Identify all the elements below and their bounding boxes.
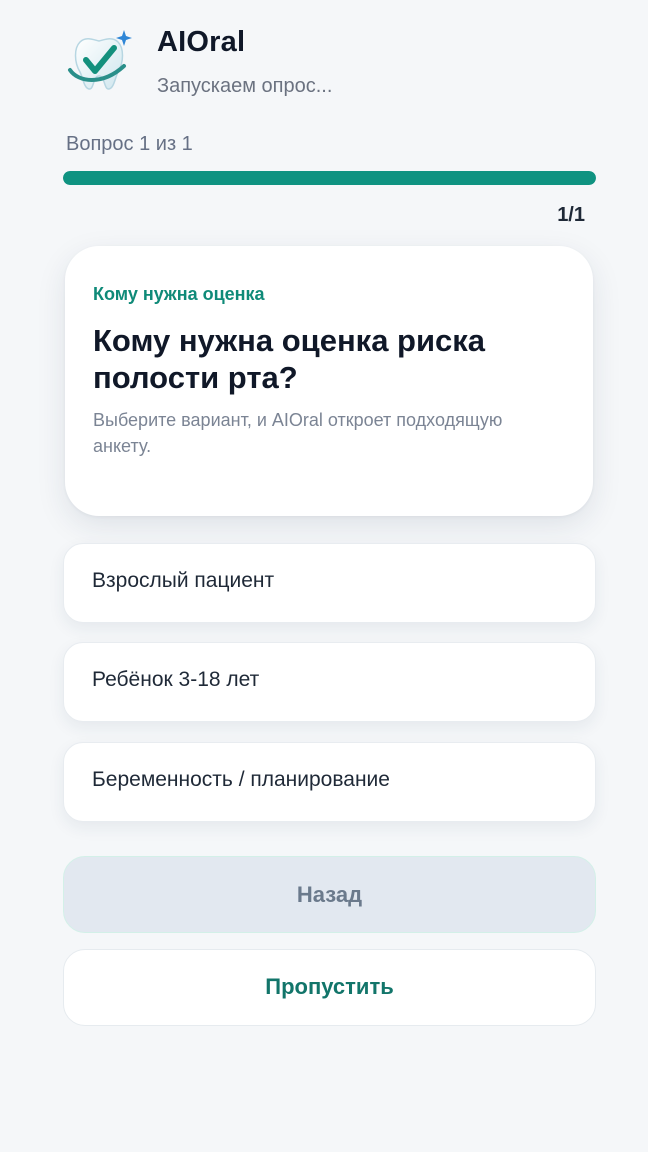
option-child-3-18[interactable]: Ребёнок 3-18 лет (63, 642, 596, 722)
question-category: Кому нужна оценка (93, 284, 265, 304)
question-title: Кому нужна оценка риска полости рта? (93, 323, 486, 395)
app-title: AIOral (157, 26, 246, 58)
option-pregnancy-planning[interactable]: Беременность / планирование (63, 742, 596, 822)
option-label: Беременность / планирование (92, 768, 390, 791)
option-label: Ребёнок 3-18 лет (92, 668, 260, 691)
question-hint: Выберите вариант, и AIOral откроет подхо… (93, 410, 503, 456)
survey-page: AIOral Запускаем опрос... Вопрос 1 из 1 … (0, 0, 648, 1152)
app-status-text: Запускаем опрос... (157, 75, 333, 97)
option-adult-patient[interactable]: Взрослый пациент (63, 543, 596, 623)
option-label: Взрослый пациент (92, 569, 275, 592)
progress-bar (63, 171, 596, 185)
progress-count: 1/1 (557, 204, 585, 226)
app-header: AIOral Запускаем опрос... (64, 22, 604, 102)
progress-label: Вопрос 1 из 1 (66, 133, 193, 155)
tooth-check-icon (64, 26, 134, 96)
skip-button[interactable]: Пропустить (63, 949, 596, 1026)
progress-bar-fill (63, 171, 596, 185)
back-button[interactable]: Назад (63, 856, 596, 933)
question-card: Кому нужна оценка Кому нужна оценка риск… (65, 246, 593, 516)
